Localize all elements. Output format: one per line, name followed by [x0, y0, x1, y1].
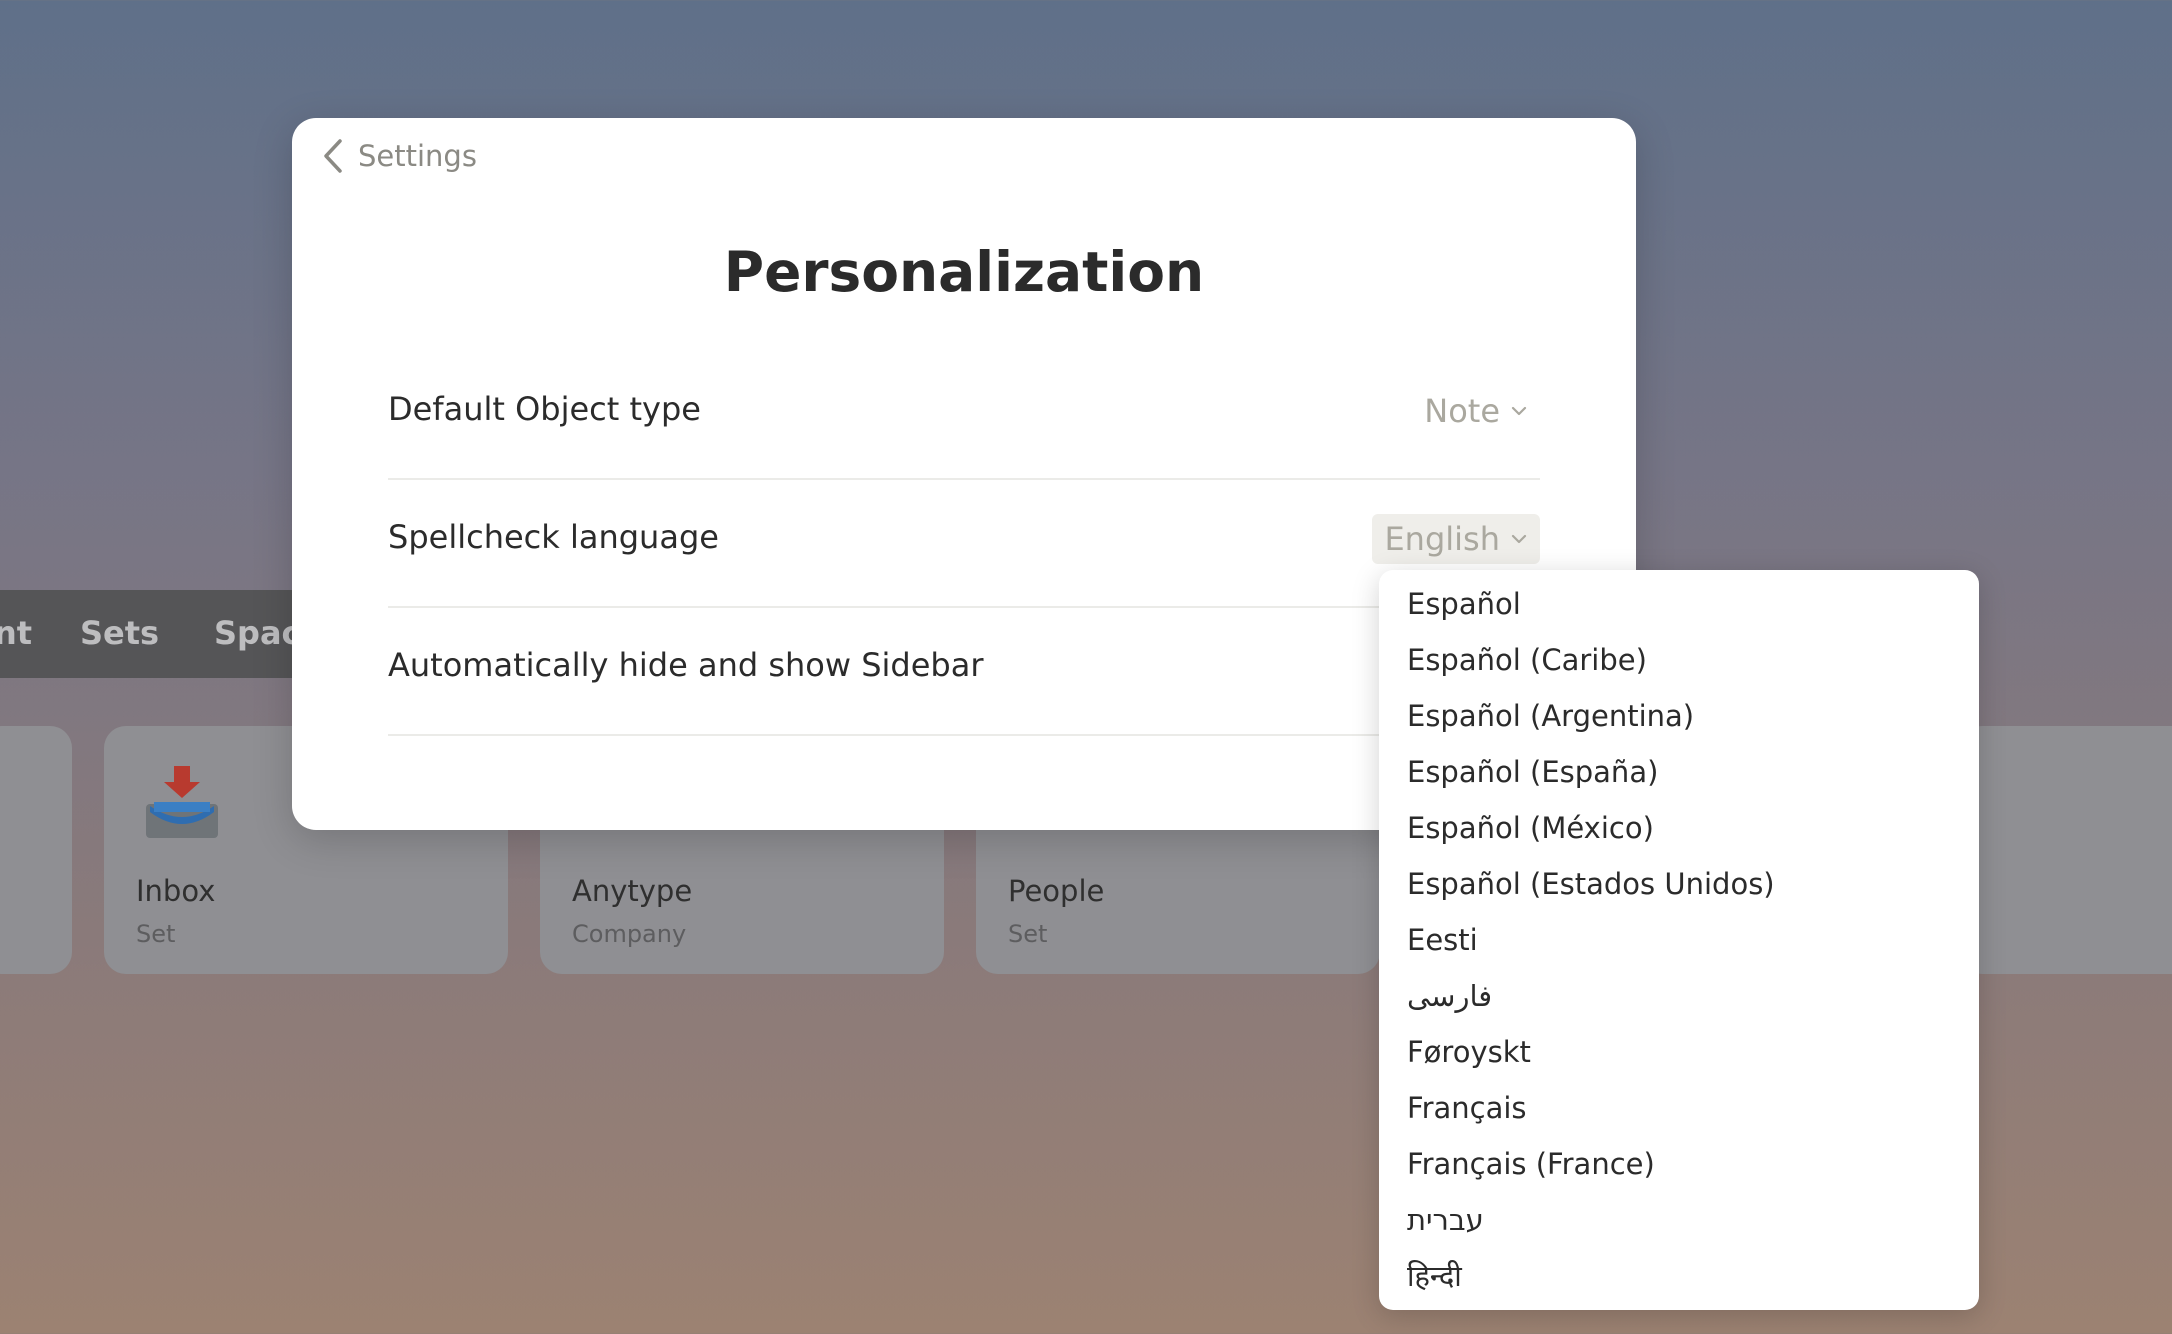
card-subtitle: Set — [136, 920, 176, 948]
language-option[interactable]: हिन्दी — [1379, 1248, 1979, 1304]
setting-label: Automatically hide and show Sidebar — [388, 646, 984, 684]
default-object-type-select[interactable]: Note — [1412, 386, 1540, 436]
language-option[interactable]: Español (México) — [1379, 800, 1979, 856]
language-option[interactable]: Føroyskt — [1379, 1024, 1979, 1080]
language-option[interactable]: Español (Estados Unidos) — [1379, 856, 1979, 912]
language-option[interactable]: Español (Caribe) — [1379, 632, 1979, 688]
language-option[interactable]: Français — [1379, 1080, 1979, 1136]
language-option[interactable]: Eesti — [1379, 912, 1979, 968]
background-card-partial — [0, 726, 72, 974]
chevron-down-icon — [1511, 406, 1527, 416]
select-value: Note — [1424, 392, 1500, 430]
setting-row-spellcheck-language: Spellcheck language English — [388, 478, 1540, 608]
setting-row-default-object-type: Default Object type Note — [388, 350, 1540, 480]
language-options-list: Español Español (Caribe) Español (Argent… — [1379, 570, 1979, 1304]
language-option[interactable]: עברית — [1379, 1192, 1979, 1248]
back-label: Settings — [358, 139, 477, 173]
tab-partial: nt — [0, 614, 33, 652]
page-title: Personalization — [723, 240, 1205, 304]
language-option[interactable]: Español (Argentina) — [1379, 688, 1979, 744]
card-title: People — [1008, 874, 1105, 908]
back-to-settings-link[interactable]: Settings — [322, 138, 477, 174]
language-dropdown-menu: Español Español (Caribe) Español (Argent… — [1379, 570, 1979, 1310]
card-subtitle: Set — [1008, 920, 1048, 948]
card-title: Inbox — [136, 874, 216, 908]
language-option[interactable]: Français (France) — [1379, 1136, 1979, 1192]
card-title: Anytype — [572, 874, 693, 908]
setting-label: Default Object type — [388, 390, 701, 428]
setting-row-auto-hide-sidebar: Automatically hide and show Sidebar — [388, 606, 1540, 736]
setting-label: Spellcheck language — [388, 518, 719, 556]
spellcheck-language-select[interactable]: English — [1372, 514, 1540, 564]
chevron-down-icon — [1511, 534, 1527, 544]
tab-sets[interactable]: Sets — [80, 614, 159, 652]
language-option[interactable]: Español — [1379, 576, 1979, 632]
tab-spaces[interactable]: Spac — [214, 614, 300, 652]
background-tab-bar: nt Sets Spac — [0, 590, 300, 678]
chevron-left-icon — [324, 139, 342, 173]
language-option[interactable]: فارسی — [1379, 968, 1979, 1024]
inbox-tray-icon — [146, 766, 218, 838]
card-subtitle: Company — [572, 920, 687, 948]
language-option[interactable]: Español (España) — [1379, 744, 1979, 800]
select-value: English — [1384, 520, 1500, 558]
background-card-partial-right — [1960, 726, 2172, 974]
